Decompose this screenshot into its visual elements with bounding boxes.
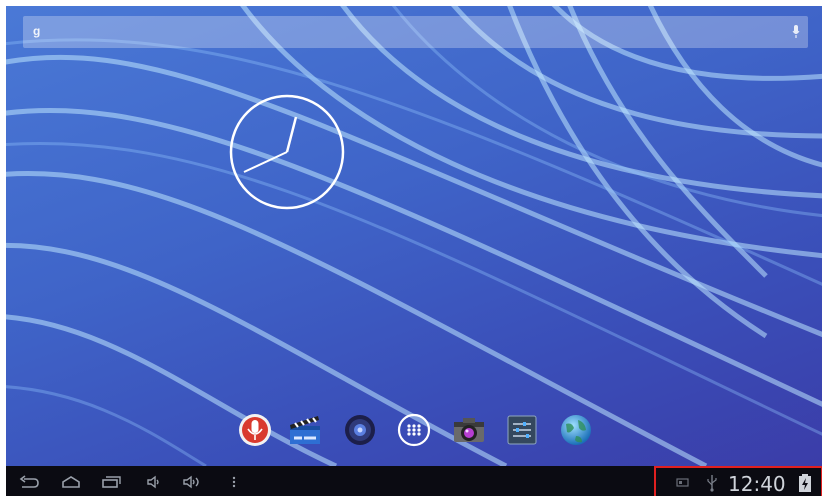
analog-clock-widget[interactable] (226, 91, 348, 213)
voice-search-app[interactable] (235, 410, 275, 450)
wallpaper (6, 6, 822, 466)
menu-icon (232, 476, 236, 488)
usb-icon (707, 475, 717, 492)
volume-down-button[interactable] (144, 473, 166, 491)
google-search-icon[interactable]: g (33, 24, 40, 38)
clapperboard-icon (290, 416, 320, 444)
sliders-icon (507, 415, 537, 445)
speaker-icon (345, 415, 375, 445)
battery-charging-icon (799, 474, 811, 492)
music-app[interactable] (340, 410, 380, 450)
mic-icon[interactable] (792, 25, 800, 39)
hour-hand (285, 116, 298, 153)
apps-grid-icon (397, 413, 431, 447)
notification-icon (676, 478, 689, 487)
globe-icon (561, 415, 591, 445)
volume-down-icon (147, 475, 159, 489)
volume-up-button[interactable] (181, 473, 205, 491)
home-screen: g 12:40 (6, 6, 822, 496)
video-player-app[interactable] (285, 410, 325, 450)
app-drawer-button[interactable] (394, 410, 434, 450)
back-icon (19, 475, 39, 488)
home-icon (62, 476, 80, 488)
back-button[interactable] (16, 473, 42, 491)
microphone-icon (239, 414, 271, 446)
recent-apps-button[interactable] (98, 473, 124, 491)
camera-app[interactable] (449, 410, 489, 450)
volume-up-icon (183, 475, 199, 489)
recent-apps-icon (102, 476, 121, 488)
browser-app[interactable] (556, 410, 596, 450)
status-clock: 12:40 (728, 472, 786, 496)
menu-button[interactable] (228, 473, 240, 491)
navigation-bar: 12:40 (6, 466, 822, 496)
status-area-highlight[interactable]: 12:40 (654, 466, 822, 496)
google-search-bar[interactable]: g (23, 16, 808, 48)
favorites-dock (6, 404, 822, 458)
settings-app[interactable] (502, 410, 542, 450)
home-button[interactable] (58, 473, 84, 491)
camera-icon (454, 418, 484, 442)
minute-hand (243, 151, 288, 173)
